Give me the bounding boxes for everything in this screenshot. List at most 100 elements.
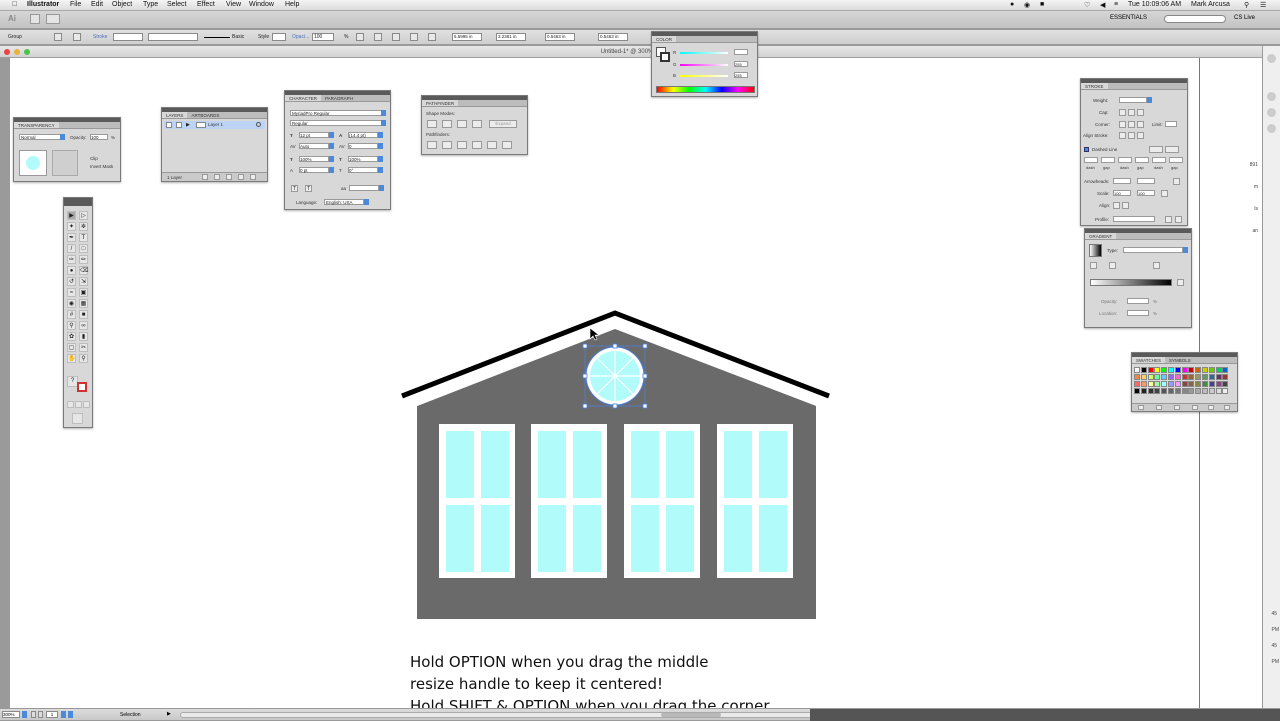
pen-tool-icon[interactable]: ✒ bbox=[67, 233, 76, 242]
blend-tool-icon[interactable]: ∞ bbox=[79, 321, 88, 330]
color-swatch[interactable] bbox=[1140, 374, 1147, 380]
preserve-dash-button[interactable] bbox=[1149, 146, 1163, 153]
stroke-weight-field[interactable] bbox=[1119, 97, 1147, 103]
arrowhead-start-select[interactable] bbox=[1113, 178, 1131, 184]
eraser-tool-icon[interactable]: ⌫ bbox=[79, 266, 88, 275]
profile-select[interactable] bbox=[1113, 216, 1155, 222]
paintbrush-tool-icon[interactable]: ✑ bbox=[67, 255, 76, 264]
drawing-mode-normal-icon[interactable] bbox=[67, 401, 74, 408]
aspect-ratio-icon[interactable] bbox=[1153, 262, 1160, 269]
color-swatch[interactable] bbox=[1161, 374, 1168, 380]
new-color-group-icon[interactable] bbox=[1192, 405, 1198, 410]
language-select[interactable]: English: USA bbox=[324, 199, 364, 205]
lasso-tool-icon[interactable]: ✼ bbox=[79, 222, 88, 231]
chevron-down-icon[interactable] bbox=[329, 156, 334, 162]
flip-across-button[interactable] bbox=[1175, 216, 1182, 223]
layer-row[interactable]: ▶ Layer 1 bbox=[164, 121, 265, 129]
r-slider[interactable] bbox=[680, 52, 728, 54]
color-swatch[interactable] bbox=[1215, 374, 1222, 380]
strikethrough-button[interactable]: T bbox=[305, 185, 312, 192]
angle-icon[interactable] bbox=[1109, 262, 1116, 269]
color-swatch[interactable] bbox=[1147, 381, 1154, 387]
color-swatch[interactable] bbox=[1181, 374, 1188, 380]
hand-tool-icon[interactable]: ✋ bbox=[67, 354, 76, 363]
new-swatch-icon[interactable] bbox=[1208, 405, 1214, 410]
chevron-down-icon[interactable] bbox=[329, 167, 334, 173]
last-artboard-button[interactable] bbox=[68, 711, 73, 718]
drawing-mode-behind-icon[interactable] bbox=[75, 401, 82, 408]
color-swatch[interactable] bbox=[1134, 367, 1140, 373]
expand-button[interactable]: Expand bbox=[489, 120, 517, 128]
color-swatch[interactable] bbox=[1202, 374, 1208, 380]
color-swatch[interactable] bbox=[1195, 388, 1202, 394]
pencil-tool-icon[interactable]: ✏ bbox=[79, 255, 88, 264]
chevron-down-icon[interactable] bbox=[364, 199, 369, 205]
round-cap-button[interactable] bbox=[1128, 109, 1135, 116]
next-artboard-button[interactable] bbox=[61, 711, 66, 718]
drawing-mode-inside-icon[interactable] bbox=[83, 401, 90, 408]
horizontal-scroll-thumb[interactable] bbox=[661, 713, 721, 717]
dash-3-field[interactable] bbox=[1152, 157, 1166, 163]
swap-arrowheads-button[interactable] bbox=[1173, 178, 1180, 185]
horizontal-scale-field[interactable]: 100% bbox=[348, 156, 378, 162]
shape-builder-tool-icon[interactable]: ◉ bbox=[67, 299, 76, 308]
scale-end-field[interactable]: 100 bbox=[1137, 190, 1155, 196]
tab-symbols[interactable]: SYMBOLS bbox=[1165, 357, 1195, 363]
color-swatch[interactable] bbox=[1188, 374, 1195, 380]
exclude-button[interactable] bbox=[472, 120, 482, 128]
gap-1-field[interactable] bbox=[1101, 157, 1115, 163]
color-swatch[interactable] bbox=[1181, 388, 1188, 394]
blob-brush-tool-icon[interactable]: ● bbox=[67, 266, 76, 275]
object-thumbnail[interactable] bbox=[19, 150, 47, 176]
color-swatch[interactable] bbox=[1154, 388, 1161, 394]
bevel-join-button[interactable] bbox=[1137, 121, 1144, 128]
scale-tool-icon[interactable]: ⇲ bbox=[79, 277, 88, 286]
tab-stroke[interactable]: STROKE bbox=[1081, 83, 1108, 89]
miter-join-button[interactable] bbox=[1119, 121, 1126, 128]
color-swatch[interactable] bbox=[1188, 388, 1195, 394]
projecting-cap-button[interactable] bbox=[1137, 109, 1144, 116]
butt-cap-button[interactable] bbox=[1119, 109, 1126, 116]
layers-panel[interactable]: LAYERS ARTBOARDS ▶ Layer 1 1 Layer bbox=[161, 107, 268, 182]
underline-button[interactable]: T bbox=[291, 185, 298, 192]
stroke-gradient-icon[interactable] bbox=[1090, 262, 1097, 269]
lock-toggle-icon[interactable] bbox=[176, 122, 182, 128]
round-join-button[interactable] bbox=[1128, 121, 1135, 128]
color-swatch[interactable] bbox=[1208, 388, 1215, 394]
trash-icon[interactable] bbox=[1224, 405, 1230, 410]
color-swatch[interactable] bbox=[1168, 381, 1174, 387]
mesh-tool-icon[interactable]: # bbox=[67, 310, 76, 319]
divide-button[interactable] bbox=[427, 141, 437, 149]
color-swatch[interactable] bbox=[1188, 367, 1195, 373]
color-swatch[interactable] bbox=[1195, 374, 1202, 380]
minus-front-button[interactable] bbox=[442, 120, 452, 128]
tab-paragraph[interactable]: PARAGRAPH bbox=[321, 95, 357, 101]
new-sublayer-icon[interactable] bbox=[226, 174, 232, 180]
visibility-eye-icon[interactable] bbox=[166, 122, 172, 128]
color-swatch[interactable] bbox=[1161, 367, 1168, 373]
swatch-options-icon[interactable] bbox=[1174, 405, 1180, 410]
magic-wand-tool-icon[interactable]: ✦ bbox=[67, 222, 76, 231]
chevron-down-icon[interactable] bbox=[1183, 247, 1188, 253]
width-tool-icon[interactable]: ≈ bbox=[67, 288, 76, 297]
symbol-sprayer-tool-icon[interactable]: ✿ bbox=[67, 332, 76, 341]
color-swatch[interactable] bbox=[1168, 388, 1174, 394]
new-layer-icon[interactable] bbox=[238, 174, 244, 180]
tab-artboards[interactable]: ARTBOARDS bbox=[187, 112, 223, 118]
rotate-tool-icon[interactable]: ↺ bbox=[67, 277, 76, 286]
color-swatch[interactable] bbox=[1140, 381, 1147, 387]
merge-button[interactable] bbox=[457, 141, 467, 149]
font-family-field[interactable]: MyriadPro Regular bbox=[290, 110, 386, 116]
baseline-shift-field[interactable]: 0 pt bbox=[299, 167, 329, 173]
vertical-scale-field[interactable]: 100% bbox=[299, 156, 329, 162]
chevron-down-icon[interactable] bbox=[381, 110, 386, 116]
unite-button[interactable] bbox=[427, 120, 437, 128]
color-swatch[interactable] bbox=[1147, 367, 1154, 373]
trash-icon[interactable] bbox=[250, 174, 256, 180]
selection-tool-icon[interactable]: ▶ bbox=[67, 211, 76, 220]
zoom-field[interactable]: 300% bbox=[2, 711, 20, 718]
chevron-down-icon[interactable] bbox=[378, 143, 383, 149]
gap-3-field[interactable] bbox=[1169, 157, 1183, 163]
gradient-tool-icon[interactable]: ■ bbox=[79, 310, 88, 319]
locate-object-icon[interactable] bbox=[202, 174, 208, 180]
